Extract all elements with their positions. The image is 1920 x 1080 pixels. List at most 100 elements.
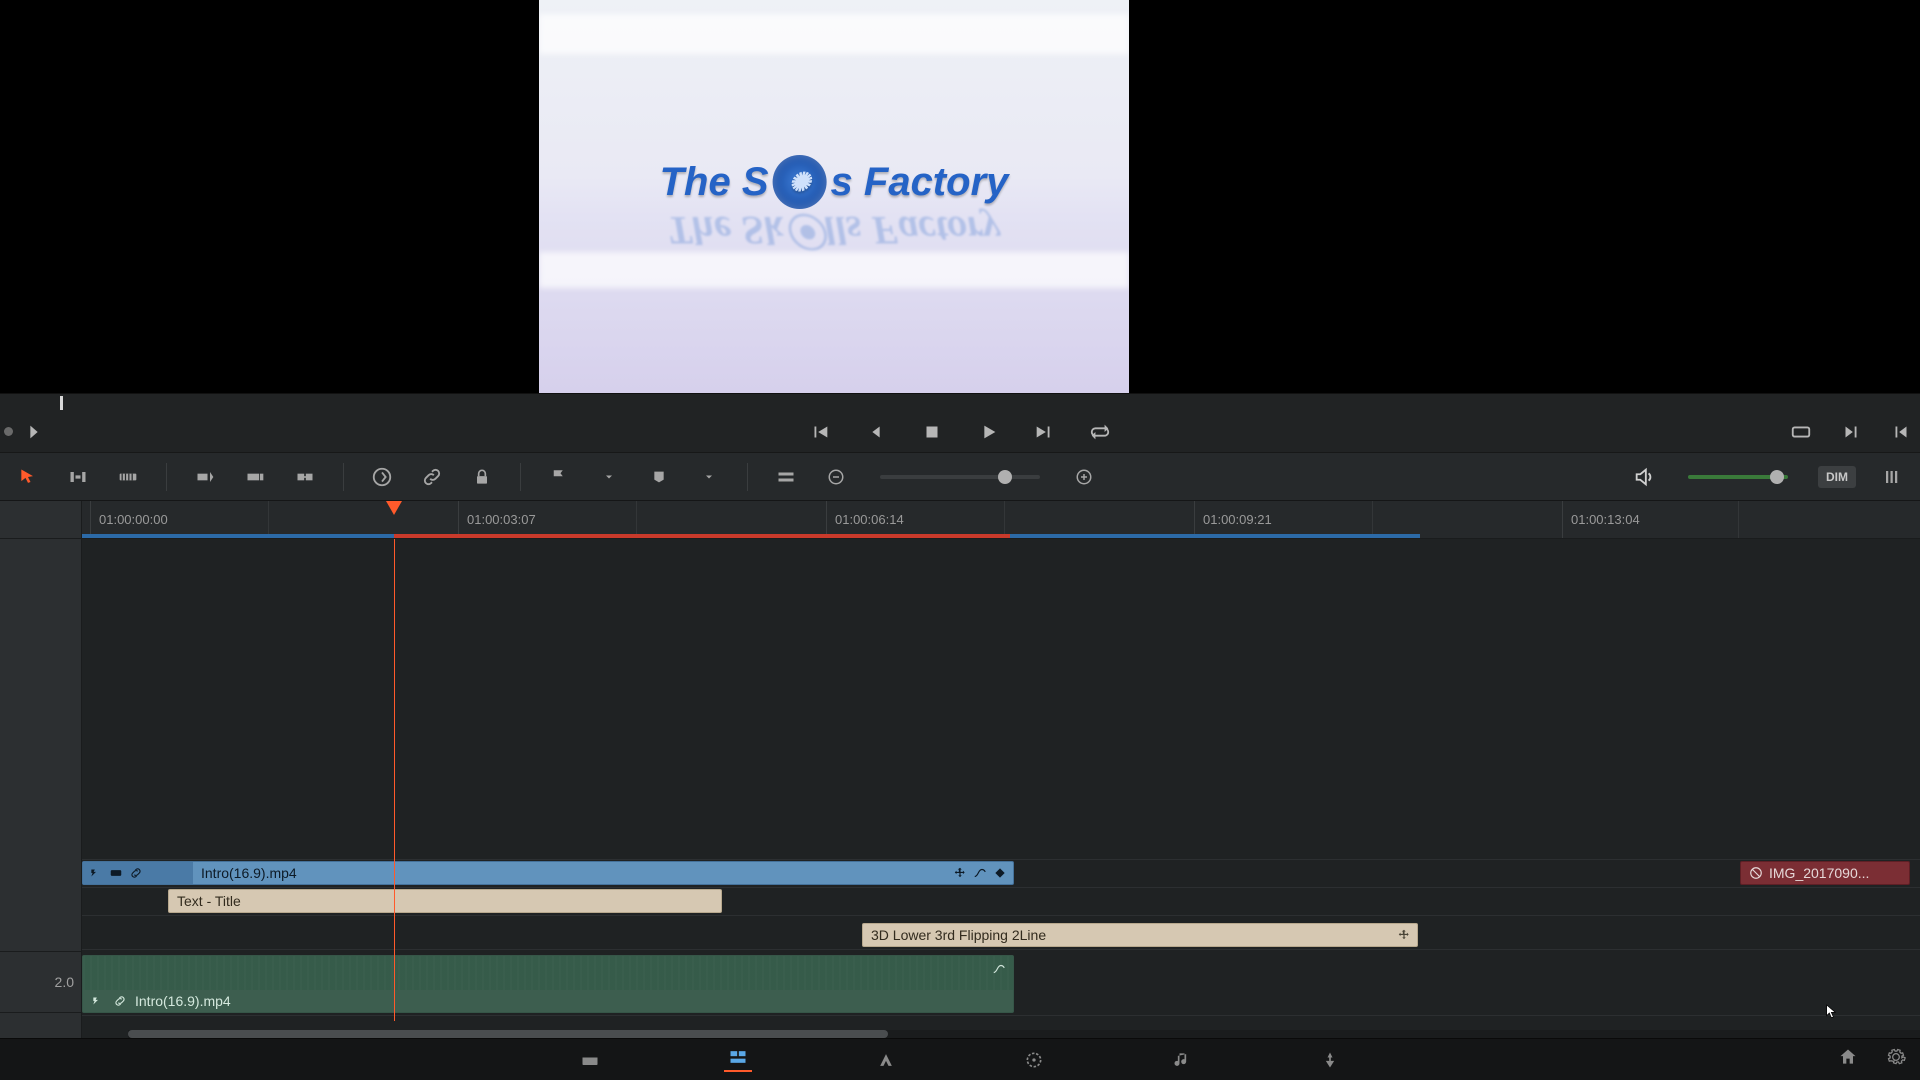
fx-icon [91, 994, 105, 1008]
timeline-scrollbar-thumb[interactable] [128, 1030, 888, 1038]
playhead-line[interactable] [394, 539, 395, 1021]
transform-icon[interactable] [1397, 928, 1411, 942]
audio-channel-label: 2.0 [55, 974, 74, 990]
ruler-tick-minor [1738, 501, 1747, 538]
video-clip[interactable]: Intro(16.9).mp4 [82, 861, 1014, 885]
title-clip[interactable]: Text - Title [168, 889, 722, 913]
mouse-cursor [1824, 1000, 1840, 1022]
disabled-clip[interactable]: IMG_2017090... [1740, 861, 1910, 885]
audio-track-head[interactable]: 2.0 [0, 951, 82, 1013]
in-range-a [82, 534, 394, 538]
fade-icon[interactable] [991, 962, 1007, 976]
keyframe-icon[interactable] [993, 866, 1007, 880]
ruler-tick: 01:00:03:07 [458, 501, 536, 538]
lane-line [82, 949, 1920, 950]
fx-icon [89, 866, 103, 880]
match-frame-button[interactable] [1790, 421, 1812, 443]
audio-clip[interactable]: Intro(16.9).mp4 [82, 955, 1014, 1013]
ruler-tick: 01:00:09:21 [1194, 501, 1272, 538]
retime-icon [109, 866, 123, 880]
link-button[interactable] [418, 466, 446, 488]
settings-button[interactable] [1886, 1047, 1906, 1072]
ruler-tick: 01:00:13:04 [1562, 501, 1640, 538]
replace-clip-button[interactable] [291, 466, 319, 488]
ruler-tick: 01:00:00:00 [90, 501, 168, 538]
insert-clip-button[interactable] [191, 466, 219, 488]
play-button[interactable] [977, 421, 999, 443]
lane-line [82, 915, 1920, 916]
goto-end-button[interactable] [1033, 421, 1055, 443]
deliver-page-button[interactable] [1316, 1048, 1344, 1072]
flag-marker-button[interactable] [545, 466, 573, 488]
media-page-button[interactable] [576, 1048, 604, 1072]
dim-button[interactable]: DIM [1818, 466, 1856, 488]
loop-button[interactable] [1089, 421, 1111, 443]
lane-line [82, 1015, 1920, 1016]
timeline-view-button[interactable] [772, 466, 800, 488]
preview-logo: The S ✺ s Factory [660, 155, 1009, 209]
logo-reflection: The Sk⦿lls Factory [667, 205, 1000, 263]
zoom-out-button[interactable] [822, 466, 850, 488]
overwrite-clip-button[interactable] [241, 466, 269, 488]
mini-scrub-marker[interactable] [60, 396, 63, 410]
lower-third-name: 3D Lower 3rd Flipping 2Line [871, 927, 1046, 943]
ruler-tick-minor [636, 501, 645, 538]
video-clip-name: Intro(16.9).mp4 [201, 865, 297, 881]
flag-dropdown[interactable] [595, 466, 623, 488]
logo-text-left: The S [660, 160, 769, 205]
lower-third-clip[interactable]: 3D Lower 3rd Flipping 2Line [862, 923, 1418, 947]
fairlight-page-button[interactable] [1168, 1048, 1196, 1072]
trim-tool[interactable] [64, 466, 92, 488]
clip-marker-button[interactable] [645, 466, 673, 488]
link-icon [129, 866, 143, 880]
logo-text-right: s Factory [831, 160, 1009, 205]
volume-slider-thumb[interactable] [1770, 470, 1784, 484]
goto-start-button[interactable] [809, 421, 831, 443]
timeline-scrollbar[interactable] [128, 1030, 1920, 1038]
step-back-button[interactable] [865, 421, 887, 443]
preview-viewer: The S ✺ s Factory The Sk⦿lls Factory [0, 0, 1920, 393]
home-button[interactable] [1838, 1047, 1858, 1072]
dynamic-trim-button[interactable] [368, 466, 396, 488]
timeline-tracks[interactable]: 2.0 Intro(16.9).mp4 IMG_2017090... Text … [0, 539, 1920, 1038]
timeline-ruler[interactable]: 01:00:00:0001:00:03:0701:00:06:1401:00:0… [0, 501, 1920, 539]
next-clip-button[interactable] [1840, 421, 1862, 443]
transform-icon[interactable] [953, 866, 967, 880]
disabled-icon [1749, 866, 1763, 880]
fusion-page-button[interactable] [872, 1048, 900, 1072]
zoom-slider[interactable] [880, 475, 1040, 479]
mini-scrubber[interactable] [0, 393, 1920, 411]
lock-button[interactable] [468, 466, 496, 488]
ruler-tick-minor [268, 501, 277, 538]
link-icon [113, 994, 127, 1008]
zoom-slider-thumb[interactable] [998, 470, 1012, 484]
stop-button[interactable] [921, 421, 943, 443]
selected-range [394, 534, 1010, 538]
audio-clip-name: Intro(16.9).mp4 [135, 993, 231, 1009]
ruler-tick-minor [1004, 501, 1013, 538]
lane-line [82, 859, 1920, 860]
volume-slider[interactable] [1688, 475, 1788, 479]
zoom-in-button[interactable] [1070, 466, 1098, 488]
lane-line [82, 887, 1920, 888]
curve-icon[interactable] [973, 866, 987, 880]
ruler-tick-minor [1372, 501, 1381, 538]
clip-marker-dropdown[interactable] [695, 466, 723, 488]
edit-page-button[interactable] [724, 1048, 752, 1072]
timeline-toolbar: DIM [0, 453, 1920, 501]
viewer-frame[interactable]: The S ✺ s Factory The Sk⦿lls Factory [539, 0, 1129, 393]
mute-button[interactable] [1630, 466, 1658, 488]
mixer-button[interactable] [1878, 466, 1906, 488]
title-clip-name: Text - Title [177, 893, 241, 909]
color-page-button[interactable] [1020, 1048, 1048, 1072]
playhead-flag[interactable] [386, 501, 402, 515]
expand-icon[interactable] [23, 421, 45, 443]
prev-clip-button[interactable] [1890, 421, 1912, 443]
selection-tool[interactable] [14, 466, 42, 488]
logo-swirl-icon: ✺ [773, 155, 827, 209]
ruler-head [0, 501, 82, 538]
blade-tool[interactable] [114, 466, 142, 488]
status-dot [4, 427, 13, 436]
transport-bar [0, 411, 1920, 453]
page-nav [0, 1038, 1920, 1080]
